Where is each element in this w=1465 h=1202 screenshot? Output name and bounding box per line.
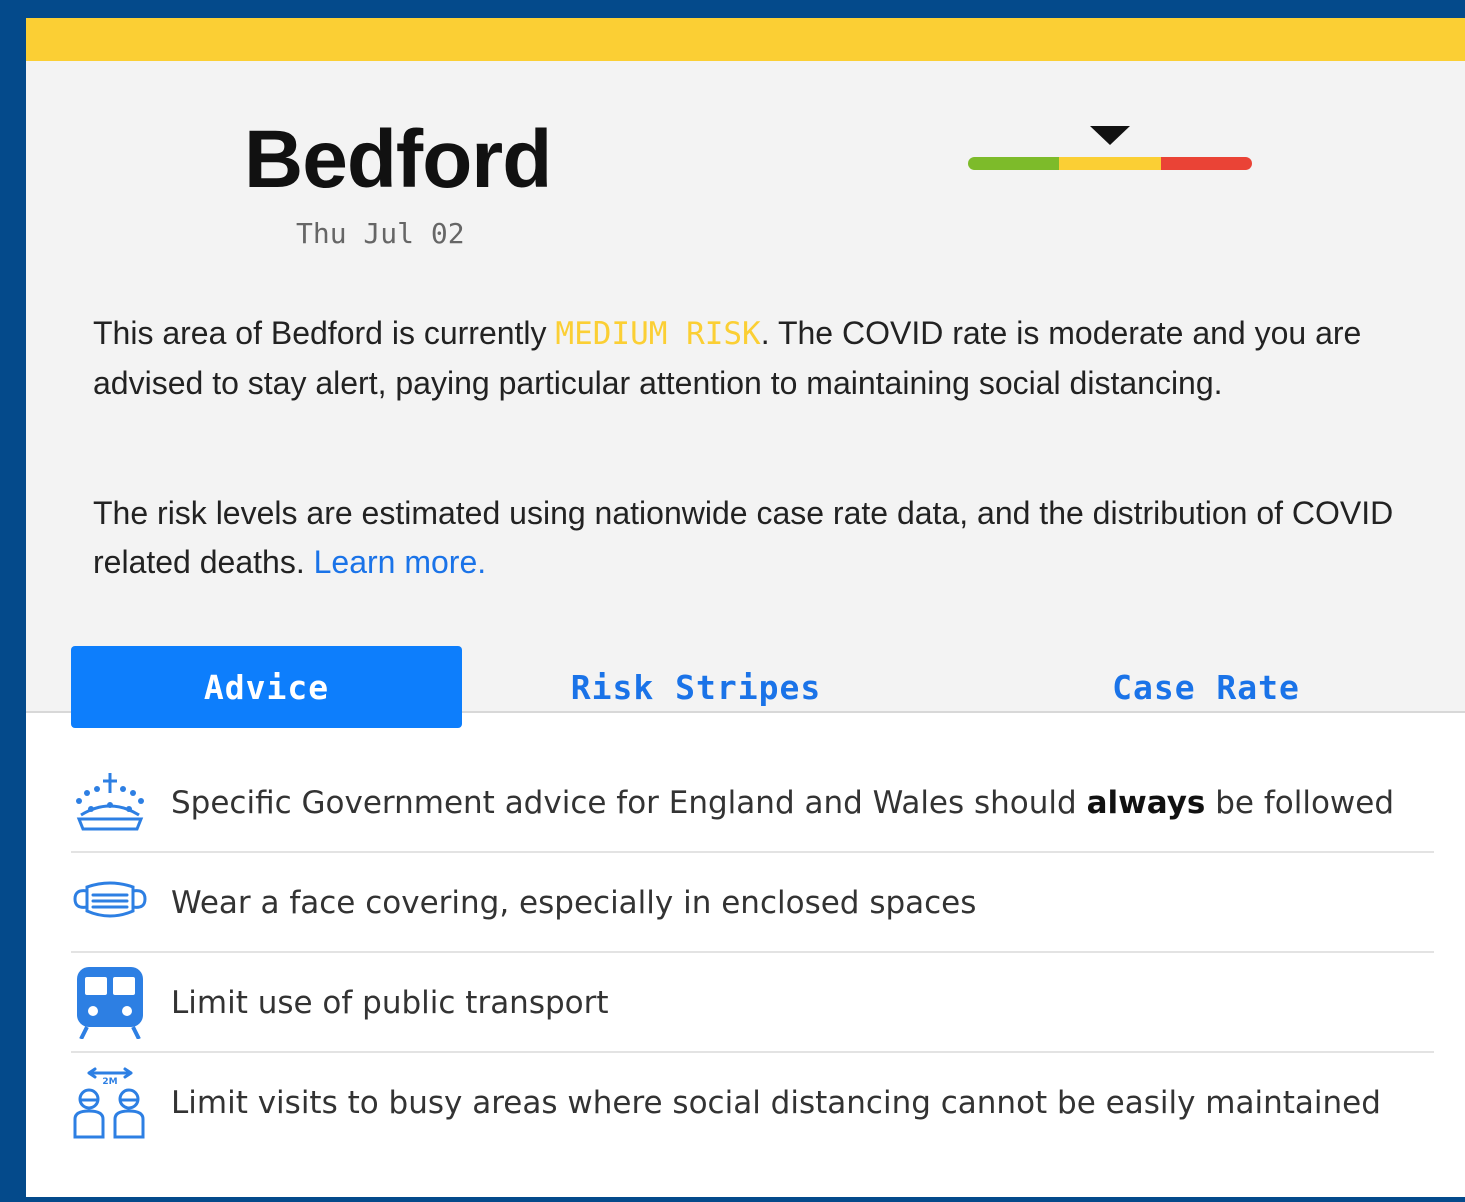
advice-text: Wear a face covering, especially in encl…: [171, 885, 977, 921]
list-item: 2M Limit visits to busy areas where soci…: [71, 1053, 1434, 1153]
risk-card: Bedford Thu Jul 02 This area of Bedford …: [26, 18, 1465, 1197]
risk-level-label: MEDIUM RISK: [555, 316, 761, 352]
crown-icon: [76, 773, 144, 831]
risk-pointer-icon: [1090, 126, 1130, 145]
header-area: Bedford Thu Jul 02 This area of Bedford …: [26, 61, 1465, 728]
advice-text: Limit visits to busy areas where social …: [171, 1085, 1381, 1121]
face-mask-icon: [73, 881, 147, 918]
risk-summary: This area of Bedford is currently MEDIUM…: [93, 309, 1433, 408]
method-note: The risk levels are estimated using nati…: [93, 489, 1433, 587]
tab-risk-stripes[interactable]: Risk Stripes: [546, 646, 846, 728]
distance-label: 2M: [102, 1077, 117, 1087]
advice-text-post: be followed: [1205, 785, 1395, 821]
advice-text-pre: Specific Government advice for England a…: [171, 785, 1087, 821]
social-distancing-icon: 2M: [73, 1067, 145, 1139]
risk-meter: [968, 126, 1252, 174]
learn-more-link[interactable]: Learn more.: [314, 544, 487, 580]
list-item: Specific Government advice for England a…: [71, 753, 1434, 853]
risk-summary-pre: This area of Bedford is currently: [93, 315, 556, 351]
advice-text: Limit use of public transport: [171, 985, 609, 1021]
tab-case-rate[interactable]: Case Rate: [1066, 646, 1346, 728]
advice-text-emphasis: always: [1086, 785, 1206, 821]
risk-segment-high: [1161, 157, 1252, 170]
location-title: Bedford: [244, 114, 552, 205]
list-item: Wear a face covering, especially in encl…: [71, 853, 1434, 953]
risk-color-stripe: [26, 18, 1465, 61]
risk-segment-low: [968, 157, 1059, 170]
date-label: Thu Jul 02: [296, 217, 465, 250]
advice-list: Specific Government advice for England a…: [71, 753, 1434, 1153]
risk-segment-medium: [1059, 157, 1161, 170]
method-text: The risk levels are estimated using nati…: [93, 495, 1394, 580]
risk-scale: [968, 157, 1252, 170]
list-item: Limit use of public transport: [71, 953, 1434, 1053]
tab-advice[interactable]: Advice: [71, 646, 462, 728]
advice-text: Specific Government advice for England a…: [171, 753, 1394, 853]
train-icon: [77, 967, 143, 1039]
